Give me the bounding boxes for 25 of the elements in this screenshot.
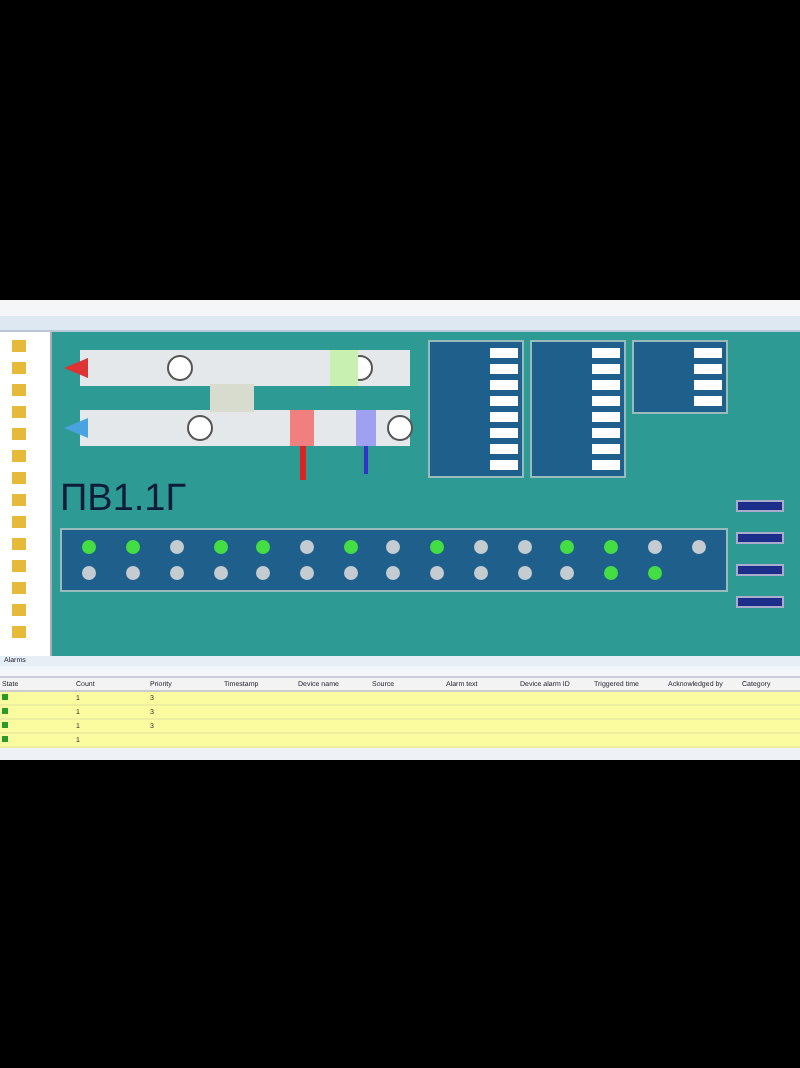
- value-field: [592, 412, 620, 422]
- value-field: [490, 428, 518, 438]
- value-field: [592, 380, 620, 390]
- unit-title: ПВ1.1Г: [60, 480, 189, 520]
- value-field: [490, 380, 518, 390]
- nav-button[interactable]: [736, 596, 784, 608]
- value-field: [694, 348, 722, 358]
- value-field: [694, 380, 722, 390]
- value-field: [490, 460, 518, 470]
- nav-button[interactable]: [736, 564, 784, 576]
- value-field: [490, 396, 518, 406]
- value-field: [592, 364, 620, 374]
- nav-button[interactable]: [736, 532, 784, 544]
- value-field: [490, 412, 518, 422]
- value-field: [592, 348, 620, 358]
- nav-button[interactable]: [736, 500, 784, 512]
- value-field: [490, 444, 518, 454]
- value-field: [694, 364, 722, 374]
- value-field: [592, 396, 620, 406]
- value-field: [592, 444, 620, 454]
- value-field: [592, 428, 620, 438]
- value-field: [694, 396, 722, 406]
- value-field: [490, 348, 518, 358]
- value-field: [592, 460, 620, 470]
- value-field: [490, 364, 518, 374]
